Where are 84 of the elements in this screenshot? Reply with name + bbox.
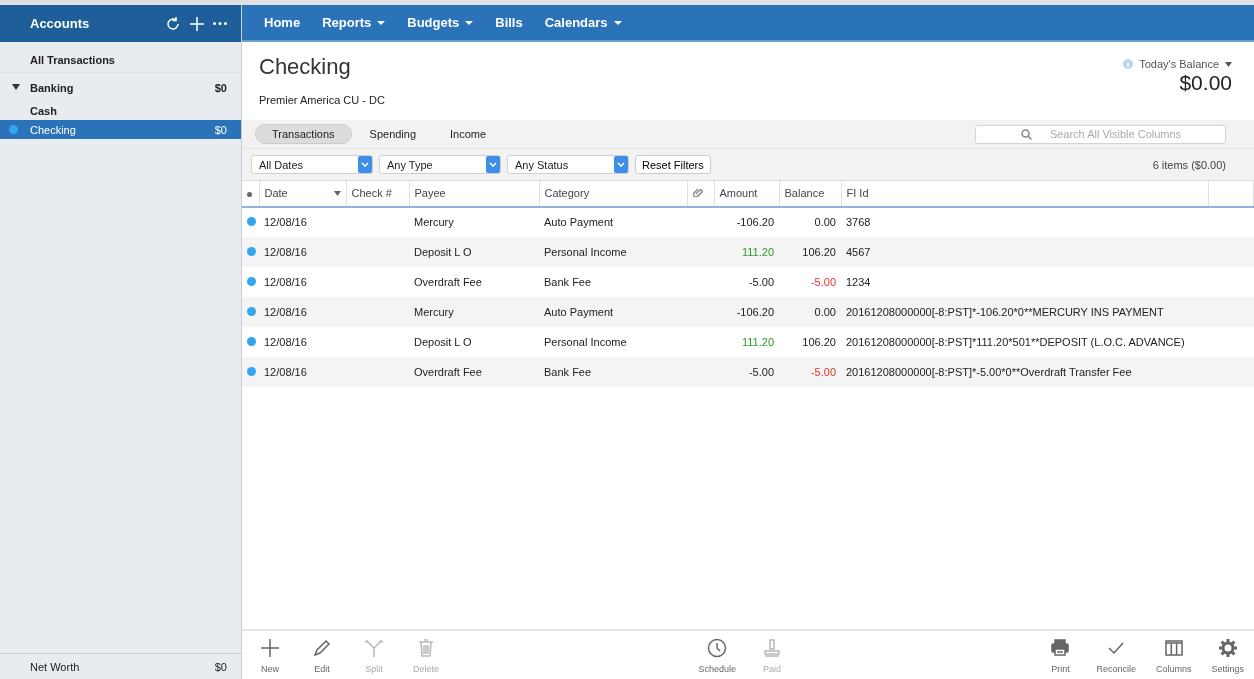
account-name: Cash xyxy=(30,104,57,117)
table-cell: 4567 xyxy=(846,245,871,258)
sidebar-item[interactable]: Cash xyxy=(0,101,241,120)
table-cell: -106.20 xyxy=(736,305,774,318)
table-cell: Auto Payment xyxy=(544,305,614,318)
table-cell: Mercury xyxy=(414,305,454,318)
table-cell: 12/08/16 xyxy=(264,335,307,348)
balance-amount: $0.00 xyxy=(1178,71,1232,95)
table-cell: Personal Income xyxy=(544,245,627,258)
sidebar-group[interactable]: Banking $0 xyxy=(0,75,241,101)
table-cell: Auto Payment xyxy=(544,216,614,228)
table-row[interactable]: 12/08/16 Overdraft Fee Bank Fee -5.00 -5.00 1234 xyxy=(242,266,1254,297)
table-cell: -5.00 xyxy=(748,365,774,378)
table-row[interactable]: 12/08/16 Deposit L O Personal Income 111.20 106.20 20161208000000[-8:PST]*111.20*501**DEPOSIT (L.O.C. ADVANCE) xyxy=(242,326,1254,357)
net-worth-value: $0 xyxy=(214,660,227,673)
account-name: Banking xyxy=(30,82,74,94)
table-cell: 12/08/16 xyxy=(264,275,307,288)
search-field[interactable]: Search All Visible Columns xyxy=(975,124,1226,144)
account-title: Checking xyxy=(259,54,352,80)
nav-link[interactable]: Bills xyxy=(495,15,523,30)
toolbar-button[interactable]: Reconcile xyxy=(1096,636,1136,674)
item-count: 6 items ($0.00) xyxy=(1152,158,1226,171)
column-header[interactable]: Balance xyxy=(779,180,841,207)
sidebar-item[interactable]: Checking $0 xyxy=(0,120,241,139)
column-header[interactable]: Payee xyxy=(409,180,539,207)
table-cell: 3768 xyxy=(846,216,871,228)
nav-link[interactable]: Budgets xyxy=(407,15,474,30)
balance-dropdown[interactable]: Today's Balance xyxy=(1139,58,1219,70)
table-cell: Deposit L O xyxy=(414,335,472,348)
table-cell: 0.00 xyxy=(814,305,836,318)
account-balance: $0 xyxy=(214,82,227,94)
account-subtitle: Premier America CU - DC xyxy=(259,94,385,106)
tab[interactable]: Spending xyxy=(353,125,433,143)
toolbar-button[interactable]: Edit xyxy=(306,636,338,674)
table-cell: 106.20 xyxy=(802,245,836,258)
table-row[interactable]: 12/08/16 Mercury Auto Payment -106.20 0.00 3768 xyxy=(242,206,1254,237)
table-cell: Bank Fee xyxy=(544,275,592,288)
table-cell: 12/08/16 xyxy=(264,245,307,258)
sidebar-title: Accounts xyxy=(30,16,90,31)
table-cell: Bank Fee xyxy=(544,365,592,378)
table-cell: 12/08/16 xyxy=(264,216,307,228)
table-cell: -106.20 xyxy=(736,216,774,228)
reset-filters-button[interactable]: Reset Filters xyxy=(635,155,711,174)
table-cell: Deposit L O xyxy=(414,245,472,258)
column-header[interactable]: Category xyxy=(539,180,687,207)
toolbar-button[interactable]: Print xyxy=(1044,636,1077,674)
account-name: All Transactions xyxy=(30,53,115,66)
table-cell: 111.20 xyxy=(742,335,774,348)
filter-dropdown[interactable]: Any Type xyxy=(379,155,501,174)
net-worth-label: Net Worth xyxy=(30,660,80,673)
nav-link[interactable]: Calendars xyxy=(544,15,622,30)
table-cell: Personal Income xyxy=(544,335,627,348)
column-header[interactable]: Amount xyxy=(714,180,779,207)
table-cell: -5.00 xyxy=(810,275,836,288)
tab[interactable]: Income xyxy=(434,125,503,143)
table-cell: -5.00 xyxy=(748,275,774,288)
table-cell: 106.20 xyxy=(802,335,836,348)
account-balance: $0 xyxy=(214,123,227,136)
table-cell: 0.00 xyxy=(814,216,836,228)
column-header[interactable]: Check # xyxy=(346,180,409,207)
account-name: Checking xyxy=(30,123,76,136)
tab[interactable]: Transactions xyxy=(255,124,352,144)
nav-link[interactable]: Home xyxy=(264,15,301,30)
column-header[interactable]: FI Id xyxy=(841,180,1208,207)
toolbar-button[interactable]: Columns xyxy=(1155,636,1192,674)
table-cell: Overdraft Fee xyxy=(414,275,482,288)
column-header[interactable]: Date xyxy=(259,180,346,207)
toolbar-button[interactable]: New xyxy=(254,636,286,674)
filter-dropdown[interactable]: All Dates xyxy=(251,155,373,174)
table-cell: 20161208000000[-8:PST]*-5.00*0**Overdraft Transfer Fee xyxy=(846,365,1132,378)
filter-dropdown[interactable]: Any Status xyxy=(507,155,629,174)
table-cell: 1234 xyxy=(846,275,871,288)
nav-link[interactable]: Reports xyxy=(322,15,386,30)
table-cell: Mercury xyxy=(414,216,454,228)
sidebar-item[interactable]: All Transactions xyxy=(0,47,241,73)
table-cell: Overdraft Fee xyxy=(414,365,482,378)
table-cell: 12/08/16 xyxy=(264,365,307,378)
toolbar-button[interactable]: Schedule xyxy=(698,636,736,674)
table-cell: 20161208000000[-8:PST]*111.20*501**DEPOSIT (L.O.C. ADVANCE) xyxy=(846,335,1185,348)
table-cell: 12/08/16 xyxy=(264,305,307,318)
table-cell: 20161208000000[-8:PST]*-106.20*0**MERCURY INS PAYMENT xyxy=(846,305,1164,318)
toolbar-button[interactable]: Settings xyxy=(1211,636,1244,674)
table-cell: -5.00 xyxy=(810,365,836,378)
table-cell: 111.20 xyxy=(742,245,774,258)
